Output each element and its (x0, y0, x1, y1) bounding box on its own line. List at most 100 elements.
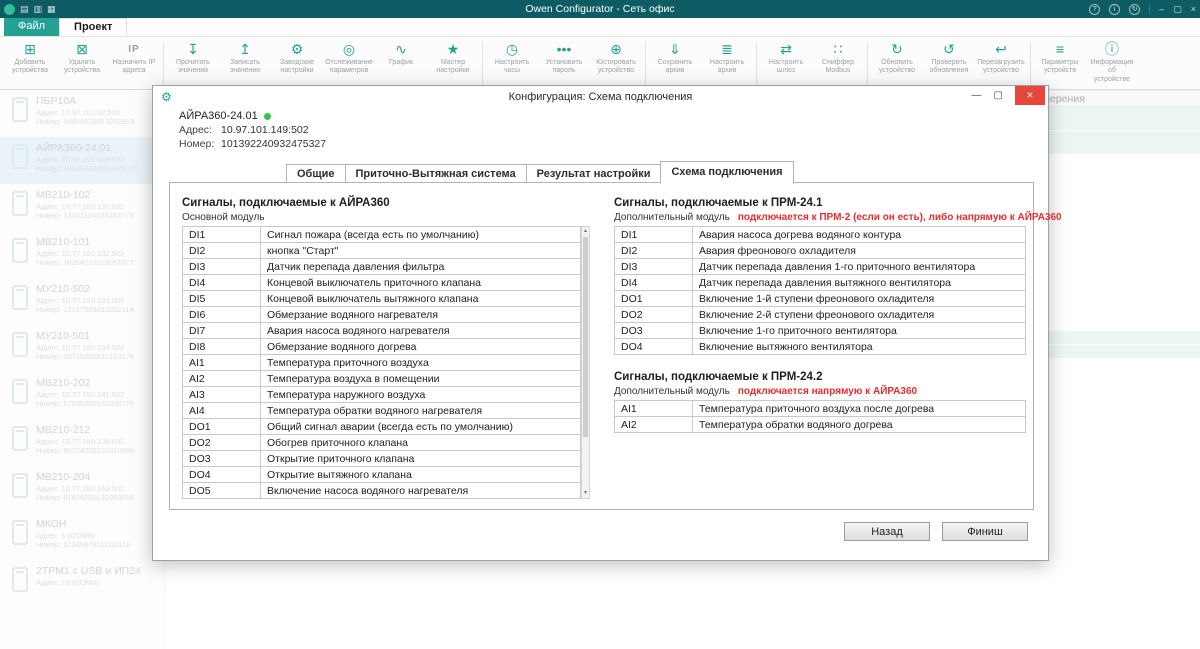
section-heading: Сигналы, подключаемые к АЙРА360 (182, 197, 590, 209)
signal-description-cell: Обогрев приточного клапана (261, 435, 581, 451)
signal-description-cell: Температура наружного воздуха (261, 387, 581, 403)
signal-row: DO3Открытие приточного клапана (183, 451, 581, 467)
configure-archive-button[interactable]: ≣Настроить архив (701, 39, 753, 89)
delete-devices-button[interactable]: ⊠Удалить устройства (56, 39, 108, 89)
scroll-down-icon[interactable]: ▼ (582, 489, 589, 498)
wizard-icon: ★ (447, 40, 460, 59)
toolbar-separator (756, 42, 757, 86)
titlebar-left: ▤ ▥ ▦ (4, 4, 204, 15)
tab-supply-exhaust-system[interactable]: Приточно-Вытяжная система (345, 164, 527, 183)
signal-row: AI3Температура наружного воздуха (183, 387, 581, 403)
close-button[interactable]: × (1191, 4, 1196, 14)
signal-description-cell: Включение насоса водяного нагревателя (261, 483, 581, 499)
section-subtitle: Дополнительный модульподключается к ПРМ-… (614, 212, 1026, 223)
check-updates-icon: ↺ (943, 40, 955, 59)
titlebar-separator (1149, 4, 1150, 14)
reboot-device-button[interactable]: ↩Перезагрузить устройство (975, 39, 1027, 89)
signal-row: DO2Обогрев приточного клапана (183, 435, 581, 451)
signal-row: DO4Включение вытяжного вентилятора (615, 339, 1026, 355)
signal-name-cell: DI7 (183, 323, 261, 339)
adjust-device-button[interactable]: ⊕Юстировать устройство (590, 39, 642, 89)
tab-connection-diagram[interactable]: Схема подключения (660, 161, 793, 184)
toolbar-button-label: Перезагрузить устройство (977, 59, 1025, 76)
quick-access-icon-1[interactable]: ▤ (20, 4, 29, 15)
signal-description-cell: Температура приточного воздуха (261, 355, 581, 371)
signal-name-cell: DI4 (615, 275, 693, 291)
watch-parameters-button[interactable]: ◎Отслеживание параметров (323, 39, 375, 89)
dialog-close-button[interactable]: × (1015, 86, 1045, 105)
section-subtitle: Основной модуль (182, 212, 590, 223)
assign-ip-button[interactable]: IPНазначить IP адреса (108, 39, 160, 89)
signal-row: DO5Включение насоса водяного нагревателя (183, 483, 581, 499)
update-device-button[interactable]: ↻Обновить устройство (871, 39, 923, 89)
device-information-button[interactable]: ⓘИнформация об устройстве (1086, 39, 1138, 89)
ip-icon: IP (128, 40, 139, 59)
info-icon[interactable]: i (1109, 4, 1120, 15)
add-devices-button[interactable]: ⊞Добавить устройства (4, 39, 56, 89)
setup-wizard-button[interactable]: ★Мастер настройки (427, 39, 479, 89)
factory-settings-button[interactable]: ⚙Заводские настройки (271, 39, 323, 89)
minimize-button[interactable]: – (1159, 4, 1164, 14)
dialog-titlebar: ⚙ Конфигурация: Схема подключения — ▢ × (153, 86, 1048, 108)
read-values-button[interactable]: ↧Прочитать значения (167, 39, 219, 89)
watch-params-icon: ◎ (343, 40, 355, 59)
address-label: Адрес: (179, 123, 221, 137)
signal-description-cell: Открытие приточного клапана (261, 451, 581, 467)
signal-row: DI8Обмерзание водяного догрева (183, 339, 581, 355)
prm1-signals-table: DI1Авария насоса догрева водяного контур… (614, 226, 1026, 355)
dialog-minimize-button[interactable]: — (972, 86, 982, 105)
tab-project[interactable]: Проект (59, 18, 127, 36)
graph-button[interactable]: ∿График (375, 39, 427, 89)
signal-row: DI1Сигнал пожара (всегда есть по умолчан… (183, 227, 581, 243)
check-updates-button[interactable]: ↺Проверить обновления (923, 39, 975, 89)
signal-name-cell: DI3 (615, 259, 693, 275)
scroll-up-icon[interactable]: ▲ (582, 227, 589, 236)
quick-access-icon-2[interactable]: ▥ (34, 4, 43, 15)
app-window: ▤ ▥ ▦ Owen Configurator - Сеть офис ? i … (0, 0, 1200, 649)
signal-description-cell: Включение 1-й ступени фреонового охладит… (693, 291, 1026, 307)
configure-gateway-button[interactable]: ⇄Настроить шлюз (760, 39, 812, 89)
signal-description-cell: Датчик перепада давления фильтра (261, 259, 581, 275)
signal-name-cell: DI2 (183, 243, 261, 259)
write-values-button[interactable]: ↥Записать значения (219, 39, 271, 89)
help-icon[interactable]: ? (1089, 4, 1100, 15)
password-icon: ••• (557, 40, 572, 59)
set-password-button[interactable]: •••Установить пароль (538, 39, 590, 89)
signal-name-cell: DI2 (615, 243, 693, 259)
scrollbar-thumb[interactable] (583, 237, 588, 437)
maximize-button[interactable]: ▢ (1173, 4, 1182, 15)
gateway-icon: ⇄ (780, 40, 792, 59)
titlebar-right: ? i ↻ – ▢ × (996, 4, 1196, 15)
modbus-sniffer-button[interactable]: ∷Сниффер Modbus (812, 39, 864, 89)
device-parameters-button[interactable]: ≡Параметры устройств (1034, 39, 1086, 89)
set-clock-button[interactable]: ◷Настроить часы (486, 39, 538, 89)
add-device-icon: ⊞ (24, 40, 36, 59)
write-values-icon: ↥ (239, 40, 251, 59)
tab-file[interactable]: Файл (4, 18, 59, 36)
signal-description-cell: Общий сигнал аварии (всегда есть по умол… (261, 419, 581, 435)
signal-name-cell: AI4 (183, 403, 261, 419)
signal-description-cell: Авария насоса водяного нагревателя (261, 323, 581, 339)
tab-setup-result[interactable]: Результат настройки (526, 164, 662, 183)
read-values-icon: ↧ (187, 40, 199, 59)
table-scrollbar[interactable]: ▲ ▼ (581, 226, 590, 499)
refresh-icon[interactable]: ↻ (1129, 4, 1140, 15)
toolbar-button-label: Прочитать значения (176, 59, 210, 76)
signal-name-cell: DO1 (615, 291, 693, 307)
finish-button[interactable]: Финиш (942, 522, 1028, 541)
toolbar-button-label: Проверить обновления (930, 59, 969, 76)
dialog-maximize-button[interactable]: ▢ (994, 86, 1003, 105)
save-archive-button[interactable]: ⇓Сохранить архив (649, 39, 701, 89)
subtitle-text: Дополнительный модуль (614, 386, 730, 397)
signal-description-cell: Температура обратки водяного догрева (693, 417, 1026, 433)
device-info-icon: ⓘ (1105, 40, 1119, 59)
signal-name-cell: AI3 (183, 387, 261, 403)
tab-general[interactable]: Общие (286, 164, 346, 183)
quick-access-icon-3[interactable]: ▦ (47, 4, 56, 15)
signal-row: DI1Авария насоса догрева водяного контур… (615, 227, 1026, 243)
back-button[interactable]: Назад (844, 522, 930, 541)
clock-icon: ◷ (506, 40, 518, 59)
prm-signals-section: Сигналы, подключаемые к ПРМ-24.1 Дополни… (614, 197, 1026, 433)
dialog-title: Конфигурация: Схема подключения (153, 91, 1048, 103)
toolbar-button-label: График (389, 59, 413, 67)
